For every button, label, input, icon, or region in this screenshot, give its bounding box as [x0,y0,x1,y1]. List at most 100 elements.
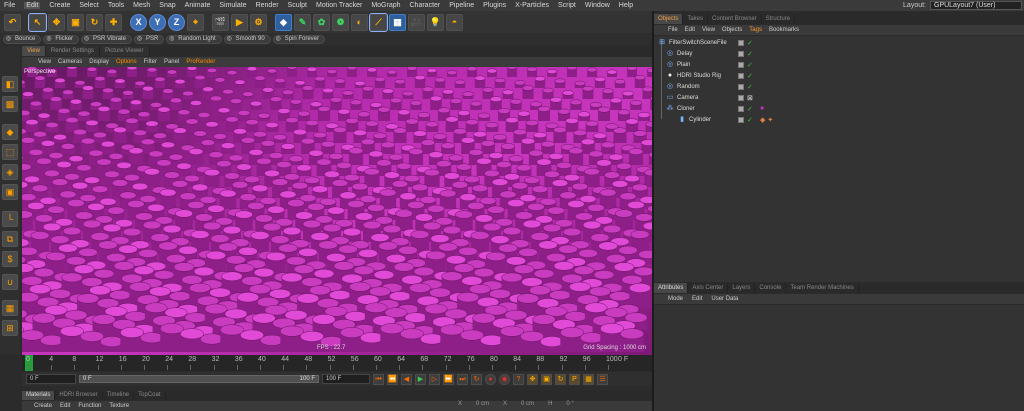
render-picture-viewer-icon[interactable]: ▶ [231,13,248,31]
object-row-filterswitchscenefile[interactable]: ⊞ FilterSwitchSceneFile ✓ [654,37,1024,48]
tab-objects[interactable]: Objects [654,14,684,24]
spline-pen-icon[interactable]: ✎ [294,13,311,31]
x-axis-button[interactable]: X [130,13,147,31]
preset-flicker[interactable]: Flicker [43,34,80,44]
scale-icon[interactable]: ▣ [67,13,84,31]
visibility-toggle[interactable] [738,116,744,123]
viewport-menu-view[interactable]: View [38,59,51,65]
menu-help[interactable]: Help [619,2,633,9]
menu-snap[interactable]: Snap [159,2,175,9]
recent-tool-icon[interactable]: ✚ [105,13,122,31]
points-mode-icon[interactable]: ⬚ [2,144,18,160]
material-tag-icon[interactable]: ● [760,105,764,112]
timeline-ruler[interactable]: 0 4 8 12 16 20 24 28 32 36 40 44 48 52 56 60 64 68 72 76 80 8… [22,355,652,371]
prev-frame-icon[interactable]: ◀ [401,373,412,385]
tab-console[interactable]: Console [755,283,787,293]
enabled-check-icon[interactable]: ✓ [747,116,753,124]
preset-spin-forever[interactable]: Spin Forever [272,34,326,44]
tab-axis-center[interactable]: Axis Center [688,283,729,293]
polygons-mode-icon[interactable]: ▣ [2,184,18,200]
edges-mode-icon[interactable]: ◈ [2,164,18,180]
play-icon[interactable]: ▶ [415,373,426,385]
visibility-toggle[interactable] [738,61,744,68]
move-icon[interactable]: ✥ [48,13,65,31]
enabled-check-icon[interactable]: ✓ [747,61,753,69]
menu-window[interactable]: Window [585,2,610,9]
tab-structure[interactable]: Structure [762,14,796,24]
light-icon[interactable]: 💡 [427,13,444,31]
enabled-check-icon[interactable]: ✓ [747,39,753,47]
sky-icon[interactable]: ▦ [389,13,406,31]
solo-icon[interactable]: $ [2,251,18,267]
tab-layers[interactable]: Layers [728,283,756,293]
mograph-tags-icon[interactable]: ◆ ✦ [760,116,773,124]
objects-menu-bookmarks[interactable]: Bookmarks [769,27,799,33]
objects-menu-objects[interactable]: Objects [722,27,742,33]
viewport-menu-cameras[interactable]: Cameras [58,59,82,65]
nurbs-icon[interactable]: ✿ [313,13,330,31]
tab-topcoat[interactable]: TopCoat [134,391,166,400]
menu-plugins[interactable]: Plugins [483,2,506,9]
visibility-toggle[interactable] [738,105,744,112]
menu-pipeline[interactable]: Pipeline [449,2,474,9]
autokey-icon[interactable]: ◉ [499,373,510,385]
menu-sculpt[interactable]: Sculpt [288,2,307,9]
menu-mesh[interactable]: Mesh [133,2,150,9]
menu-create[interactable]: Create [49,2,70,9]
enabled-check-icon[interactable]: ✓ [747,105,753,113]
objects-menu-file[interactable]: File [668,27,678,33]
object-row-plain[interactable]: ◎ Plain ✓ [654,59,1024,70]
coordinate-field[interactable]: 0 cm [476,401,489,407]
materials-menu-function[interactable]: Function [78,403,101,409]
viewport-menu-options[interactable]: Options [116,59,137,65]
camera-tag-icon[interactable]: ⊠ [747,94,753,102]
menu-script[interactable]: Script [558,2,576,9]
attributes-menu-edit[interactable]: Edit [692,296,702,302]
menu-simulate[interactable]: Simulate [219,2,246,9]
key-rotation-icon[interactable]: ↻ [555,373,566,385]
tab-content-browser[interactable]: Content Browser [708,14,762,24]
materials-menu-create[interactable]: Create [34,403,52,409]
materials-menu-texture[interactable]: Texture [109,403,129,409]
array-icon[interactable]: ❁ [332,13,349,31]
menu-render[interactable]: Render [256,2,279,9]
menu-mograph[interactable]: MoGraph [371,2,400,9]
visibility-toggle[interactable] [738,83,744,90]
object-row-delay[interactable]: ◎ Delay ✓ [654,48,1024,59]
coordinate-system-icon[interactable]: ⌖ [187,13,204,31]
menu-tools[interactable]: Tools [108,2,124,9]
enabled-check-icon[interactable]: ✓ [747,50,753,58]
go-to-start-icon[interactable]: ⏮ [373,373,384,385]
viewport-menu-filter[interactable]: Filter [144,59,157,65]
record-keys-icon[interactable]: ● [485,373,496,385]
key-parameter-icon[interactable]: P [569,373,580,385]
perspective-viewport[interactable]: Perspective FPS : 22.7 Grid Spacing : 10… [22,67,652,355]
workplane-icon[interactable]: ▦ [2,300,18,316]
object-row-hdri-studio-rig[interactable]: ● HDRI Studio Rig ✓ [654,70,1024,81]
next-frame-icon[interactable]: ▷ [429,373,440,385]
tab-attributes[interactable]: Attributes [654,283,689,293]
snap-icon[interactable]: ∪ [2,274,18,290]
objects-menu-view[interactable]: View [702,27,715,33]
texture-mode-icon[interactable]: ▩ [2,96,18,112]
viewport-menu-panel[interactable]: Panel [164,59,179,65]
objects-menu-tags[interactable]: Tags [749,27,762,33]
coordinate-field[interactable]: 0 ° [566,401,573,407]
polygon-mode-icon[interactable]: ◓ [446,13,463,31]
visibility-toggle[interactable] [738,39,744,46]
go-to-end-icon[interactable]: ⏭ [457,373,468,385]
enabled-check-icon[interactable]: ✓ [747,72,753,80]
axis-mode-icon[interactable]: └ [2,211,18,227]
key-position-icon[interactable]: ✥ [527,373,538,385]
menu-x-particles[interactable]: X-Particles [515,2,549,9]
render-settings-icon[interactable]: ⚙ [250,13,267,31]
viewport-menu-prorender[interactable]: ProRender [186,59,215,65]
tab-render-settings[interactable]: Render Settings [45,46,100,56]
menu-edit[interactable]: Edit [24,2,41,9]
loop-icon[interactable]: ↻ [471,373,482,385]
keyframe-selection-icon[interactable]: ? [513,373,524,385]
visibility-toggle[interactable] [738,50,744,57]
preset-random-light[interactable]: Random Light [166,34,222,44]
attributes-menu-mode[interactable]: Mode [668,296,683,302]
tab-materials[interactable]: Materials [22,391,56,400]
